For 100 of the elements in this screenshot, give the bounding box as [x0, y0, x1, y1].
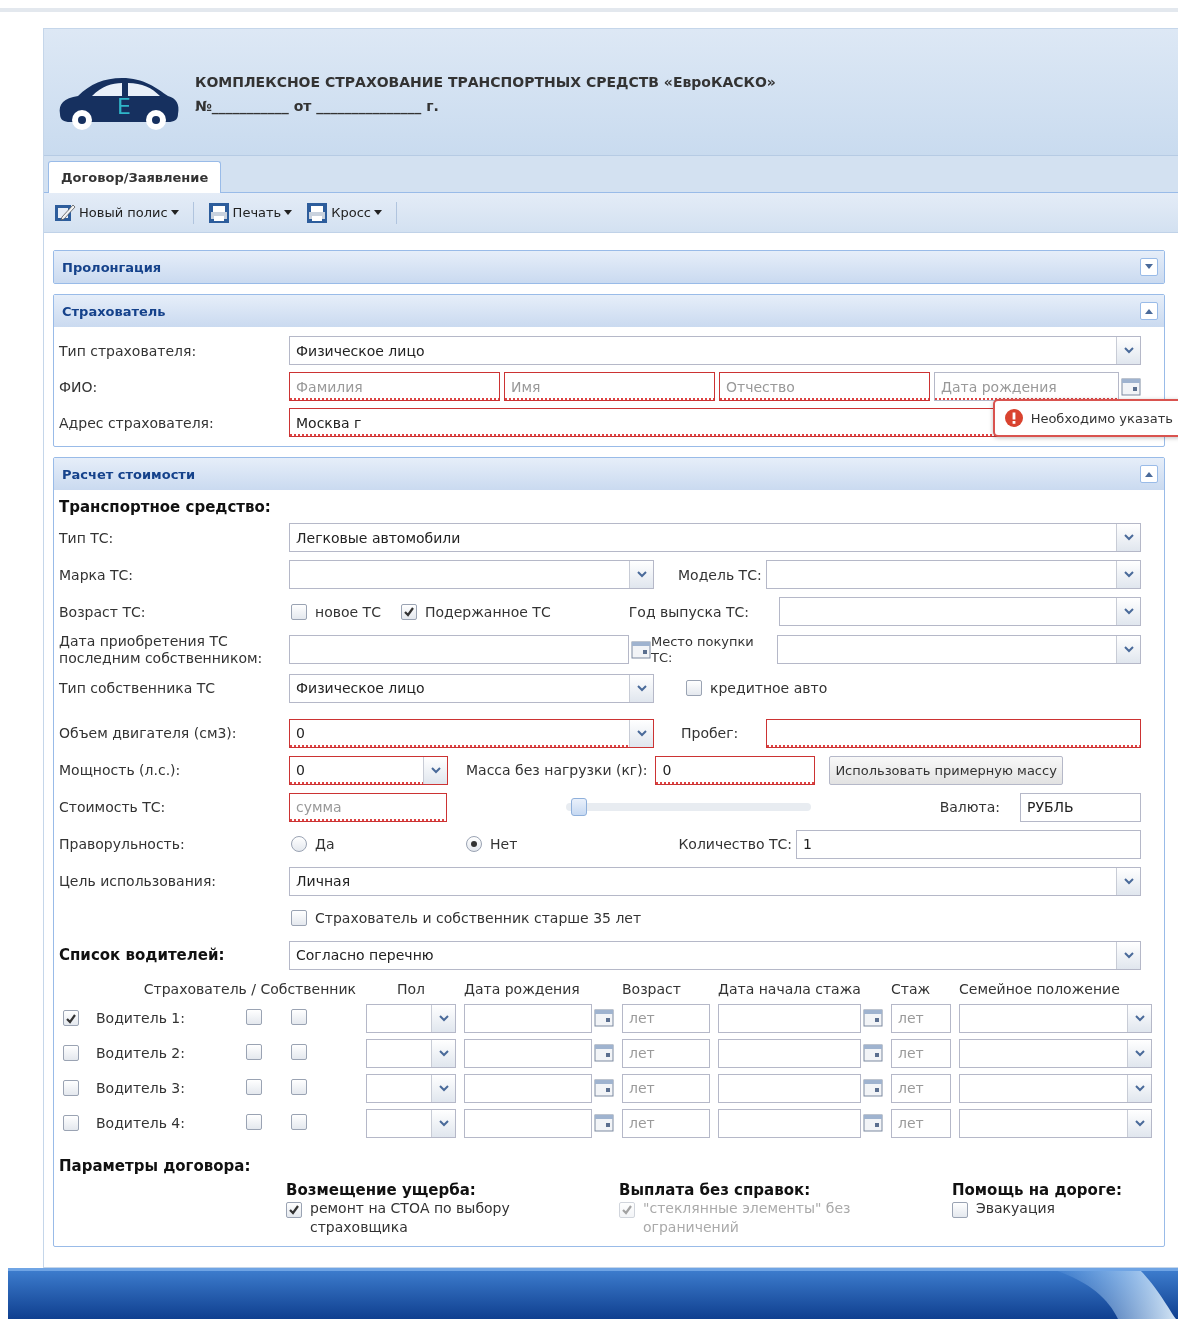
- date-field[interactable]: [464, 1108, 592, 1138]
- dropdown-field[interactable]: [779, 597, 1141, 626]
- text-field[interactable]: лет: [622, 1038, 710, 1068]
- text-field[interactable]: РУБЛЬ: [1020, 792, 1141, 822]
- collapse-button[interactable]: [1140, 258, 1158, 276]
- checkbox-label: Эвакуация: [976, 1198, 1056, 1218]
- dropdown-trigger[interactable]: [1116, 337, 1140, 364]
- dropdown-trigger[interactable]: [431, 1039, 455, 1067]
- dropdown-field[interactable]: [777, 635, 1141, 665]
- checkbox[interactable]: [63, 1045, 79, 1062]
- dropdown-trigger[interactable]: [431, 1004, 455, 1032]
- chevron-icon: [1123, 646, 1134, 654]
- dropdown-field[interactable]: [765, 560, 1141, 589]
- text-field[interactable]: [766, 718, 1141, 748]
- date-field[interactable]: [464, 1038, 592, 1068]
- checkbox[interactable]: [686, 680, 702, 697]
- text-field[interactable]: 0: [655, 755, 816, 785]
- checkbox[interactable]: [291, 1043, 307, 1060]
- checkbox-label: новое ТС: [315, 603, 381, 620]
- date-field[interactable]: [718, 1073, 861, 1103]
- checkbox[interactable]: [400, 603, 417, 620]
- date-field[interactable]: [718, 1108, 861, 1138]
- text-field[interactable]: лет: [622, 1108, 710, 1138]
- checkbox[interactable]: [291, 910, 307, 927]
- radio-button[interactable]: [291, 836, 307, 853]
- dropdown-trigger[interactable]: [1116, 636, 1140, 664]
- dropdown-trigger[interactable]: [1127, 1039, 1151, 1067]
- text-field[interactable]: Имя: [504, 372, 715, 401]
- collapse-icon: [1144, 471, 1154, 477]
- dropdown-field[interactable]: 0: [289, 718, 654, 748]
- checkbox[interactable]: [291, 1078, 307, 1095]
- text-field[interactable]: лет: [622, 1003, 710, 1033]
- date-field[interactable]: [289, 635, 629, 665]
- collapse-button[interactable]: [1140, 465, 1158, 483]
- dropdown-field[interactable]: 0: [289, 755, 448, 785]
- text-field[interactable]: лет: [891, 1073, 951, 1103]
- checkbox[interactable]: [63, 1080, 79, 1097]
- use-mass-button[interactable]: Использовать примерную массу: [829, 755, 1063, 785]
- toolbar-button[interactable]: Новый полис: [50, 199, 183, 226]
- dropdown-field[interactable]: [959, 1038, 1152, 1068]
- dropdown-trigger[interactable]: [431, 1074, 455, 1102]
- dropdown-field[interactable]: [959, 1003, 1152, 1033]
- text-field[interactable]: сумма: [289, 792, 447, 822]
- dropdown-trigger[interactable]: [1127, 1109, 1151, 1137]
- dropdown-field[interactable]: [366, 1003, 456, 1033]
- dropdown-trigger[interactable]: [1116, 941, 1140, 969]
- date-field[interactable]: [464, 1073, 592, 1103]
- date-field[interactable]: [464, 1003, 592, 1033]
- checkbox[interactable]: [63, 1010, 79, 1027]
- dropdown-trigger[interactable]: [1116, 524, 1140, 551]
- checkbox[interactable]: [246, 1008, 262, 1025]
- text-field[interactable]: Фамилия: [289, 372, 500, 401]
- dropdown-field[interactable]: [366, 1108, 456, 1138]
- dropdown-field[interactable]: Согласно перечню: [289, 940, 1141, 970]
- date-field[interactable]: [718, 1003, 861, 1033]
- checkbox[interactable]: [952, 1201, 968, 1218]
- checkbox[interactable]: [246, 1078, 262, 1095]
- dropdown-field[interactable]: Личная: [289, 866, 1141, 896]
- dropdown-field[interactable]: Физическое лицо: [289, 673, 654, 703]
- checkbox[interactable]: [286, 1201, 302, 1218]
- dropdown-field[interactable]: [959, 1108, 1152, 1138]
- text-field[interactable]: 1: [796, 829, 1141, 859]
- dropdown-trigger[interactable]: [1127, 1004, 1151, 1032]
- chevron-icon: [1123, 951, 1134, 959]
- radio-button[interactable]: [466, 836, 482, 853]
- dropdown-trigger[interactable]: [423, 756, 447, 784]
- dropdown-field[interactable]: [366, 1073, 456, 1103]
- slider-thumb[interactable]: [570, 798, 587, 817]
- dropdown-trigger[interactable]: [629, 561, 653, 588]
- text-field[interactable]: лет: [891, 1108, 951, 1138]
- collapse-button[interactable]: [1140, 302, 1158, 320]
- checkbox[interactable]: [291, 603, 307, 620]
- dropdown-field[interactable]: Физическое лицо: [289, 336, 1141, 365]
- dropdown-trigger[interactable]: [629, 719, 653, 747]
- dropdown-trigger[interactable]: [629, 674, 653, 702]
- dropdown-trigger[interactable]: [431, 1109, 455, 1137]
- text-field[interactable]: Отчество: [719, 372, 930, 401]
- dropdown-trigger[interactable]: [1116, 598, 1140, 625]
- checkbox[interactable]: [246, 1043, 262, 1060]
- date-field[interactable]: Дата рождения: [934, 372, 1119, 401]
- dropdown-trigger[interactable]: [1116, 867, 1140, 895]
- tab[interactable]: Договор/Заявление: [48, 161, 222, 193]
- checkbox[interactable]: [246, 1113, 262, 1130]
- text-field[interactable]: лет: [891, 1038, 951, 1068]
- toolbar-button[interactable]: Кросс: [302, 199, 386, 226]
- dropdown-trigger[interactable]: [1116, 561, 1140, 588]
- field-label: Цель использования:: [59, 873, 218, 890]
- toolbar-button[interactable]: Печать: [203, 199, 297, 226]
- text-field[interactable]: лет: [622, 1073, 710, 1103]
- dropdown-field[interactable]: [289, 560, 654, 589]
- dropdown-field[interactable]: [366, 1038, 456, 1068]
- checkbox[interactable]: [291, 1008, 307, 1025]
- dropdown-trigger[interactable]: [1127, 1074, 1151, 1102]
- date-field[interactable]: [718, 1038, 861, 1068]
- dropdown-field[interactable]: [959, 1073, 1152, 1103]
- dropdown-field[interactable]: Легковые автомобили: [289, 523, 1141, 552]
- text-field[interactable]: лет: [891, 1003, 951, 1033]
- chevron-icon: [636, 571, 647, 578]
- checkbox[interactable]: [63, 1115, 79, 1132]
- checkbox[interactable]: [291, 1113, 307, 1130]
